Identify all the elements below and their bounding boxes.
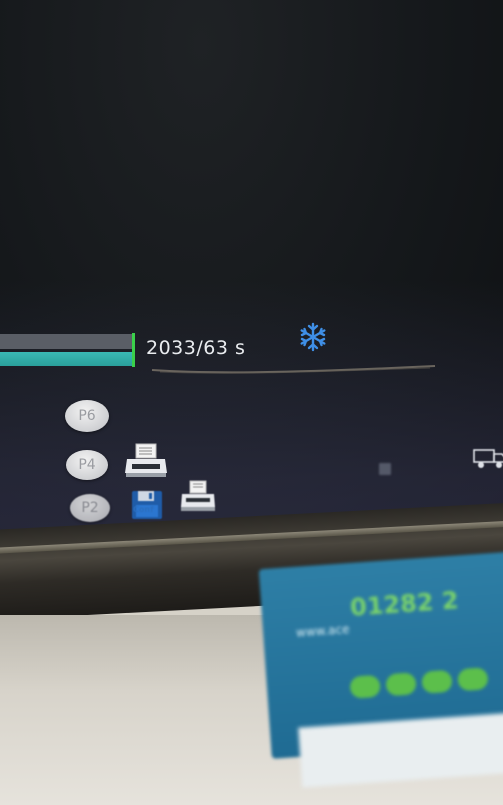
screen-scratch <box>151 365 436 374</box>
progress-track-upper <box>0 334 132 349</box>
snowflake-icon[interactable] <box>297 321 329 353</box>
printer-icon-secondary[interactable] <box>180 480 216 514</box>
preset-p6-button[interactable]: P6 <box>65 400 109 432</box>
photo: 2033/63 s P6 P4 P2 Conf 01282 2 www.ace <box>0 0 503 805</box>
document-icon <box>379 463 391 475</box>
truck-icon[interactable] <box>472 446 503 470</box>
save-config-label: Conf <box>133 505 154 514</box>
printer-icon[interactable] <box>124 443 168 479</box>
cycle-time-readout: 2033/63 s <box>146 337 246 359</box>
cycle-progress-bar <box>0 352 132 366</box>
preset-p4-button[interactable]: P4 <box>66 450 108 480</box>
preset-p2-button[interactable]: P2 <box>70 494 110 522</box>
progress-marker <box>132 333 135 367</box>
